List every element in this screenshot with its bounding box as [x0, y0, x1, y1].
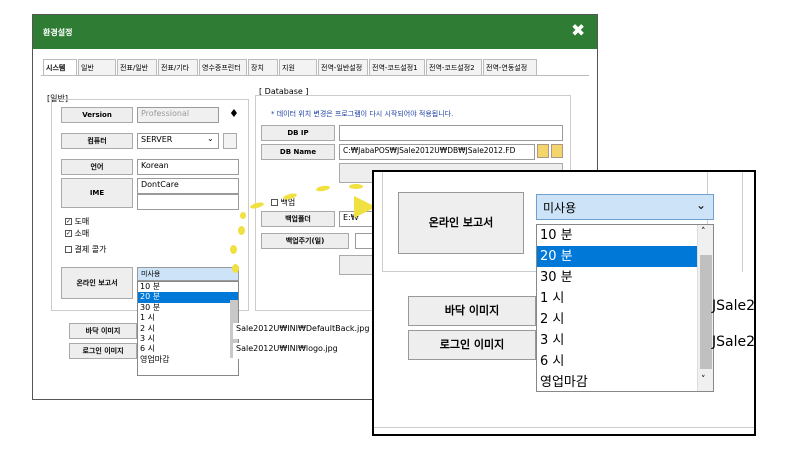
dropdown-option[interactable]: 영업마감: [537, 372, 713, 393]
dropdown-option[interactable]: 2 시: [138, 324, 238, 334]
computer-label: 컴퓨터: [61, 133, 133, 149]
login-image-path[interactable]: Sale2012U₩INI₩logo.jpg: [233, 343, 373, 359]
file-icon[interactable]: [223, 133, 237, 149]
title-bar: 환경설정 ✖: [33, 15, 597, 49]
floor-image-button[interactable]: 바닥 이미지: [69, 323, 137, 339]
folder-icon[interactable]: [537, 144, 549, 158]
close-icon[interactable]: ✖: [571, 21, 585, 41]
tab-device[interactable]: 장치: [248, 59, 278, 75]
zoom-login-path-fragment: JSale2: [712, 334, 756, 350]
dropdown-option-selected[interactable]: 20 분: [537, 246, 713, 267]
tab-global-link[interactable]: 전역-연동설정: [483, 59, 537, 75]
dbip-label: DB IP: [261, 125, 335, 141]
dropdown-option[interactable]: 1 시: [537, 288, 713, 309]
wholesale-checkbox[interactable]: ✓ 도매: [65, 216, 89, 227]
dbname-input[interactable]: C:₩JabaPOS₩JSale2012U₩DB₩JSale2012.FD: [339, 144, 535, 160]
dbip-input[interactable]: [339, 125, 563, 141]
zoom-scrollbar-track[interactable]: ˄ ˅: [697, 225, 713, 391]
dropdown-option[interactable]: 10 분: [138, 282, 238, 292]
tab-support[interactable]: 지원: [279, 59, 317, 75]
dropdown-option-selected[interactable]: 20 분: [138, 292, 238, 303]
dropdown-option[interactable]: 30 분: [138, 303, 238, 313]
scroll-up-icon[interactable]: ˄: [701, 227, 706, 237]
arrow-dash: [230, 245, 237, 254]
zoom-online-report-label: 온라인 보고서: [398, 192, 524, 254]
tab-general[interactable]: 일반: [78, 59, 116, 75]
language-select[interactable]: Korean: [137, 159, 239, 175]
online-report-select[interactable]: 미사용: [137, 267, 239, 281]
dropdown-option[interactable]: 6 시: [537, 351, 713, 372]
language-label: 언어: [61, 159, 133, 175]
tab-global-general[interactable]: 전역-일반설정: [318, 59, 368, 75]
superman-icon: ♦: [229, 107, 239, 120]
login-image-button[interactable]: 로그인 이미지: [69, 343, 137, 359]
arrow-dash: [232, 264, 239, 273]
retail-checkbox[interactable]: ✓ 소매: [65, 228, 89, 239]
ime-mode-select[interactable]: [137, 194, 239, 210]
online-report-label: 온라인 보고서: [61, 267, 133, 299]
zoom-floor-image-button[interactable]: 바닥 이미지: [408, 296, 536, 326]
dropdown-option[interactable]: 3 시: [138, 334, 238, 344]
version-label: Version: [61, 107, 133, 123]
ime-label: IME: [61, 178, 133, 208]
zoom-online-report-select[interactable]: 미사용: [536, 194, 714, 220]
dropdown-option[interactable]: 3 시: [537, 330, 713, 351]
dropdown-option[interactable]: 2 시: [537, 309, 713, 330]
online-report-dropdown[interactable]: 10 분 20 분 30 분 1 시 2 시 3 시 6 시 영업마감: [137, 281, 239, 376]
ime-select[interactable]: DontCare: [137, 178, 239, 194]
zoom-floor-path-fragment: JSale2: [712, 298, 756, 314]
tab-slip-other[interactable]: 전표/기타: [158, 59, 198, 75]
zoom-bottom-edge: [374, 427, 754, 428]
arrow-dash: [349, 184, 363, 189]
dropdown-option[interactable]: 10 분: [537, 225, 713, 246]
scroll-down-icon[interactable]: ˅: [701, 375, 706, 385]
dropdown-option[interactable]: 1 시: [138, 313, 238, 323]
window-title: 환경설정: [43, 28, 73, 37]
database-notice: * 데이터 위치 변경은 프로그램이 다시 시작되어야 적용됩니다.: [271, 110, 454, 118]
tab-slip-general[interactable]: 전표/일반: [117, 59, 157, 75]
tab-system[interactable]: 시스템: [43, 59, 77, 76]
arrow-dash: [238, 226, 245, 235]
wholesale-label: 도매: [74, 217, 90, 226]
zoom-scrollbar-thumb[interactable]: [700, 255, 712, 369]
dropdown-option[interactable]: 30 분: [537, 267, 713, 288]
dropdown-option[interactable]: 영업마감: [138, 355, 238, 365]
chevron-down-icon: ⌄: [207, 134, 214, 143]
folder-open-icon[interactable]: [551, 144, 563, 158]
zoom-login-image-button[interactable]: 로그인 이미지: [408, 330, 536, 360]
dropdown-option[interactable]: 6 시: [138, 344, 238, 354]
floor-image-path[interactable]: Sale2012U₩INI₩DefaultBack.jpg: [233, 323, 373, 339]
payment-close-checkbox[interactable]: 결제 콜가: [65, 244, 107, 255]
dbname-label: DB Name: [261, 144, 335, 160]
payment-close-label: 결제 콜가: [74, 245, 107, 254]
tab-global-code1[interactable]: 전역-코드설정1: [369, 59, 425, 75]
zoom-right-edge: [742, 172, 754, 272]
tab-global-code2[interactable]: 전역-코드설정2: [426, 59, 482, 75]
tab-receipt-printer[interactable]: 영수증프린터: [199, 59, 247, 75]
zoom-callout: 온라인 보고서 미사용 ⌄ 10 분 20 분 30 분 1 시 2 시 3 시…: [372, 170, 756, 436]
chevron-down-icon: ⌄: [696, 198, 707, 212]
version-select[interactable]: Professional: [137, 107, 219, 123]
tab-divider: [41, 75, 589, 76]
backup-folder-label: 백업폴더: [261, 211, 335, 227]
arrow-dash: [240, 212, 246, 219]
retail-label: 소매: [74, 229, 90, 238]
backup-cycle-label: 백업주기(일): [261, 233, 349, 249]
zoom-dropdown-list[interactable]: 10 분 20 분 30 분 1 시 2 시 3 시 6 시 영업마감 ˄ ˅: [536, 224, 714, 392]
